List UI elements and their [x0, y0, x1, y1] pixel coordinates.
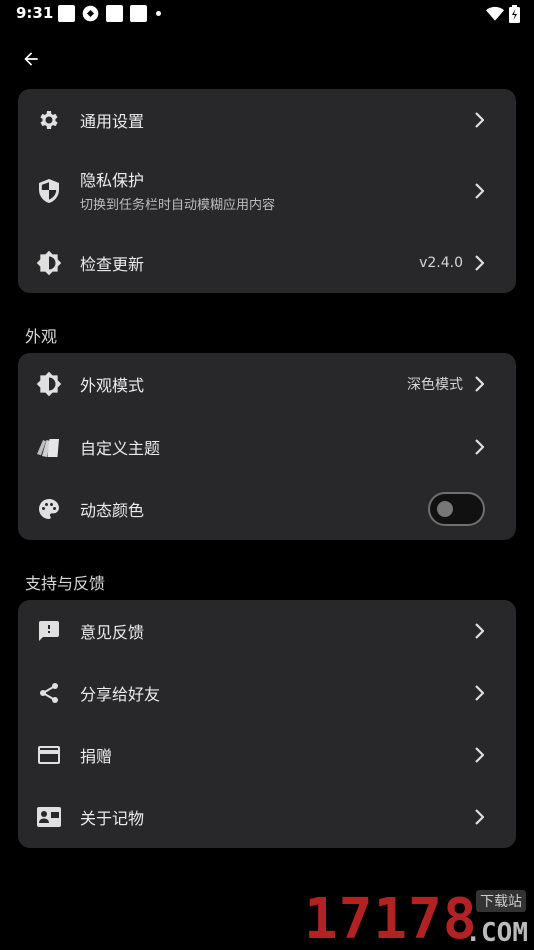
- palette-icon: [36, 496, 62, 522]
- chevron-right-icon: [472, 254, 486, 272]
- privacy-protection-label: 隐私保护: [80, 171, 145, 190]
- brightness-icon: [36, 371, 62, 397]
- appearance-mode-item[interactable]: 外观模式 深色模式: [18, 353, 516, 415]
- privacy-protection-description: 切换到任务栏时自动模糊应用内容: [80, 198, 276, 213]
- shield-icon: [36, 178, 62, 204]
- chevron-right-icon: [472, 808, 486, 826]
- chevron-right-icon: [472, 622, 486, 640]
- feedback-label: 意见反馈: [80, 623, 145, 642]
- feedback-icon: [36, 618, 62, 644]
- watermark-tag: 下载站: [476, 890, 526, 912]
- notification-square-icon: [106, 5, 123, 22]
- notification-icons: [58, 5, 161, 22]
- check-update-label: 检查更新: [80, 255, 145, 274]
- custom-theme-item[interactable]: 自定义主题: [18, 416, 516, 478]
- status-time: 9:31: [16, 4, 54, 22]
- general-settings-card: 通用设置 隐私保护 切换到任务栏时自动模糊应用内容 检查更新 v2.4.0: [18, 89, 516, 293]
- sync-icon: [82, 5, 99, 22]
- support-section-title: 支持与反馈: [25, 574, 106, 593]
- share-item[interactable]: 分享给好友: [18, 662, 516, 724]
- status-bar: 9:31: [0, 0, 534, 30]
- dynamic-color-item: 动态颜色: [18, 478, 516, 540]
- more-notifications-dot: [156, 11, 161, 16]
- credit-card-icon: [36, 742, 62, 768]
- brightness-icon: [36, 250, 62, 276]
- about-item[interactable]: 关于记物: [18, 786, 516, 848]
- watermark-number: 17178: [304, 887, 478, 950]
- general-settings-item[interactable]: 通用设置: [18, 89, 516, 151]
- privacy-protection-item[interactable]: 隐私保护 切换到任务栏时自动模糊应用内容: [18, 155, 516, 227]
- chevron-right-icon: [472, 746, 486, 764]
- donate-item[interactable]: 捐赠: [18, 724, 516, 786]
- chevron-right-icon: [472, 111, 486, 129]
- wifi-icon: [486, 6, 504, 21]
- appearance-card: 外观模式 深色模式 自定义主题 动态颜色: [18, 353, 516, 540]
- gear-icon: [36, 107, 62, 133]
- watermark-logo: 17178 下载站 .COM: [304, 886, 530, 950]
- about-label: 关于记物: [80, 809, 145, 828]
- arrow-left-icon: [24, 52, 38, 66]
- toggle-knob: [437, 501, 453, 517]
- general-settings-label: 通用设置: [80, 112, 145, 131]
- appearance-mode-value: 深色模式: [407, 377, 463, 393]
- appearance-section-title: 外观: [25, 327, 58, 346]
- share-icon: [36, 680, 62, 706]
- chevron-right-icon: [472, 438, 486, 456]
- battery-icon: [509, 5, 520, 23]
- feedback-item[interactable]: 意见反馈: [18, 600, 516, 662]
- share-label: 分享给好友: [80, 685, 161, 704]
- custom-theme-label: 自定义主题: [80, 439, 161, 458]
- contact-card-icon: [36, 804, 62, 830]
- dynamic-color-label: 动态颜色: [80, 501, 145, 520]
- version-value: v2.4.0: [419, 255, 463, 271]
- chevron-right-icon: [472, 684, 486, 702]
- check-update-item[interactable]: 检查更新 v2.4.0: [18, 232, 516, 294]
- chevron-right-icon: [472, 182, 486, 200]
- donate-label: 捐赠: [80, 747, 113, 766]
- dynamic-color-toggle[interactable]: [428, 492, 485, 526]
- appearance-mode-label: 外观模式: [80, 376, 145, 395]
- system-icons: [486, 5, 520, 23]
- cards-icon: [36, 434, 62, 460]
- watermark-domain: .COM: [465, 918, 528, 948]
- chevron-right-icon: [472, 375, 486, 393]
- notification-square-icon: [130, 5, 147, 22]
- notification-square-icon: [58, 5, 75, 22]
- support-card: 意见反馈 分享给好友 捐赠 关于记物: [18, 600, 516, 848]
- back-button[interactable]: [16, 44, 46, 74]
